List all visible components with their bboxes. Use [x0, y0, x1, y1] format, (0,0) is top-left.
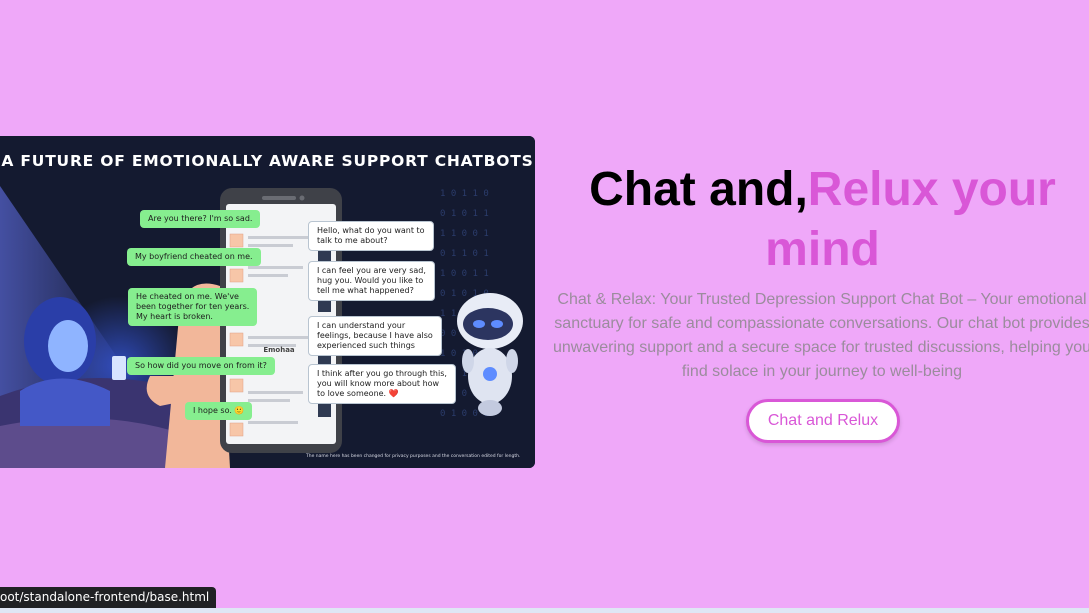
svg-text:1 1 0 0 1: 1 1 0 0 1 — [440, 229, 489, 239]
hero-headline: Chat and,Relux your mind — [556, 160, 1089, 280]
svg-text:0 1 0 1 1: 0 1 0 1 1 — [440, 209, 489, 219]
headline-part-black: Chat and, — [589, 163, 808, 216]
headline-part-pink: Relux your mind — [765, 163, 1056, 276]
svg-text:1 0 0 1 1: 1 0 0 1 1 — [440, 269, 489, 279]
svg-text:0 1 1 0 1: 0 1 1 0 1 — [440, 249, 489, 259]
user-message-bubble: He cheated on me. We've been together fo… — [128, 288, 258, 326]
chat-and-relux-button[interactable]: Chat and Relux — [746, 399, 900, 443]
illustration-title: A FUTURE OF EMOTIONALLY AWARE SUPPORT CH… — [1, 152, 534, 170]
user-message-bubble: I hope so. 🙂 — [185, 402, 253, 420]
user-message-bubble: Are you there? I'm so sad. — [140, 210, 261, 228]
bot-message-bubble: I can understand your feelings, because … — [308, 316, 442, 356]
user-message-bubble: My boyfriend cheated on me. — [127, 248, 261, 266]
illustration-footnote: The name here has been changed for priva… — [306, 454, 521, 459]
bot-message-bubble: I can feel you are very sad, hug you. Wo… — [308, 261, 435, 301]
window-bottom-edge — [0, 608, 1089, 613]
hero-illustration: 1 0 1 1 0 0 1 0 1 1 1 1 0 0 1 0 1 1 0 1 1 … — [0, 136, 535, 468]
svg-text:1 0 1 1 0: 1 0 1 1 0 — [440, 189, 489, 199]
status-bar-url: oot/standalone-frontend/base.html — [0, 587, 217, 608]
bot-message-bubble: I think after you go through this, you w… — [308, 364, 456, 404]
user-message-bubble: So how did you move on from it? — [127, 357, 275, 375]
illustration-artwork: 1 0 1 1 0 0 1 0 1 1 1 1 0 0 1 0 1 1 0 1 1 … — [0, 136, 535, 468]
bot-message-bubble: Hello, what do you want to talk to me ab… — [308, 221, 434, 251]
hero-description: Chat & Relax: Your Trusted Depression Su… — [552, 291, 1089, 380]
